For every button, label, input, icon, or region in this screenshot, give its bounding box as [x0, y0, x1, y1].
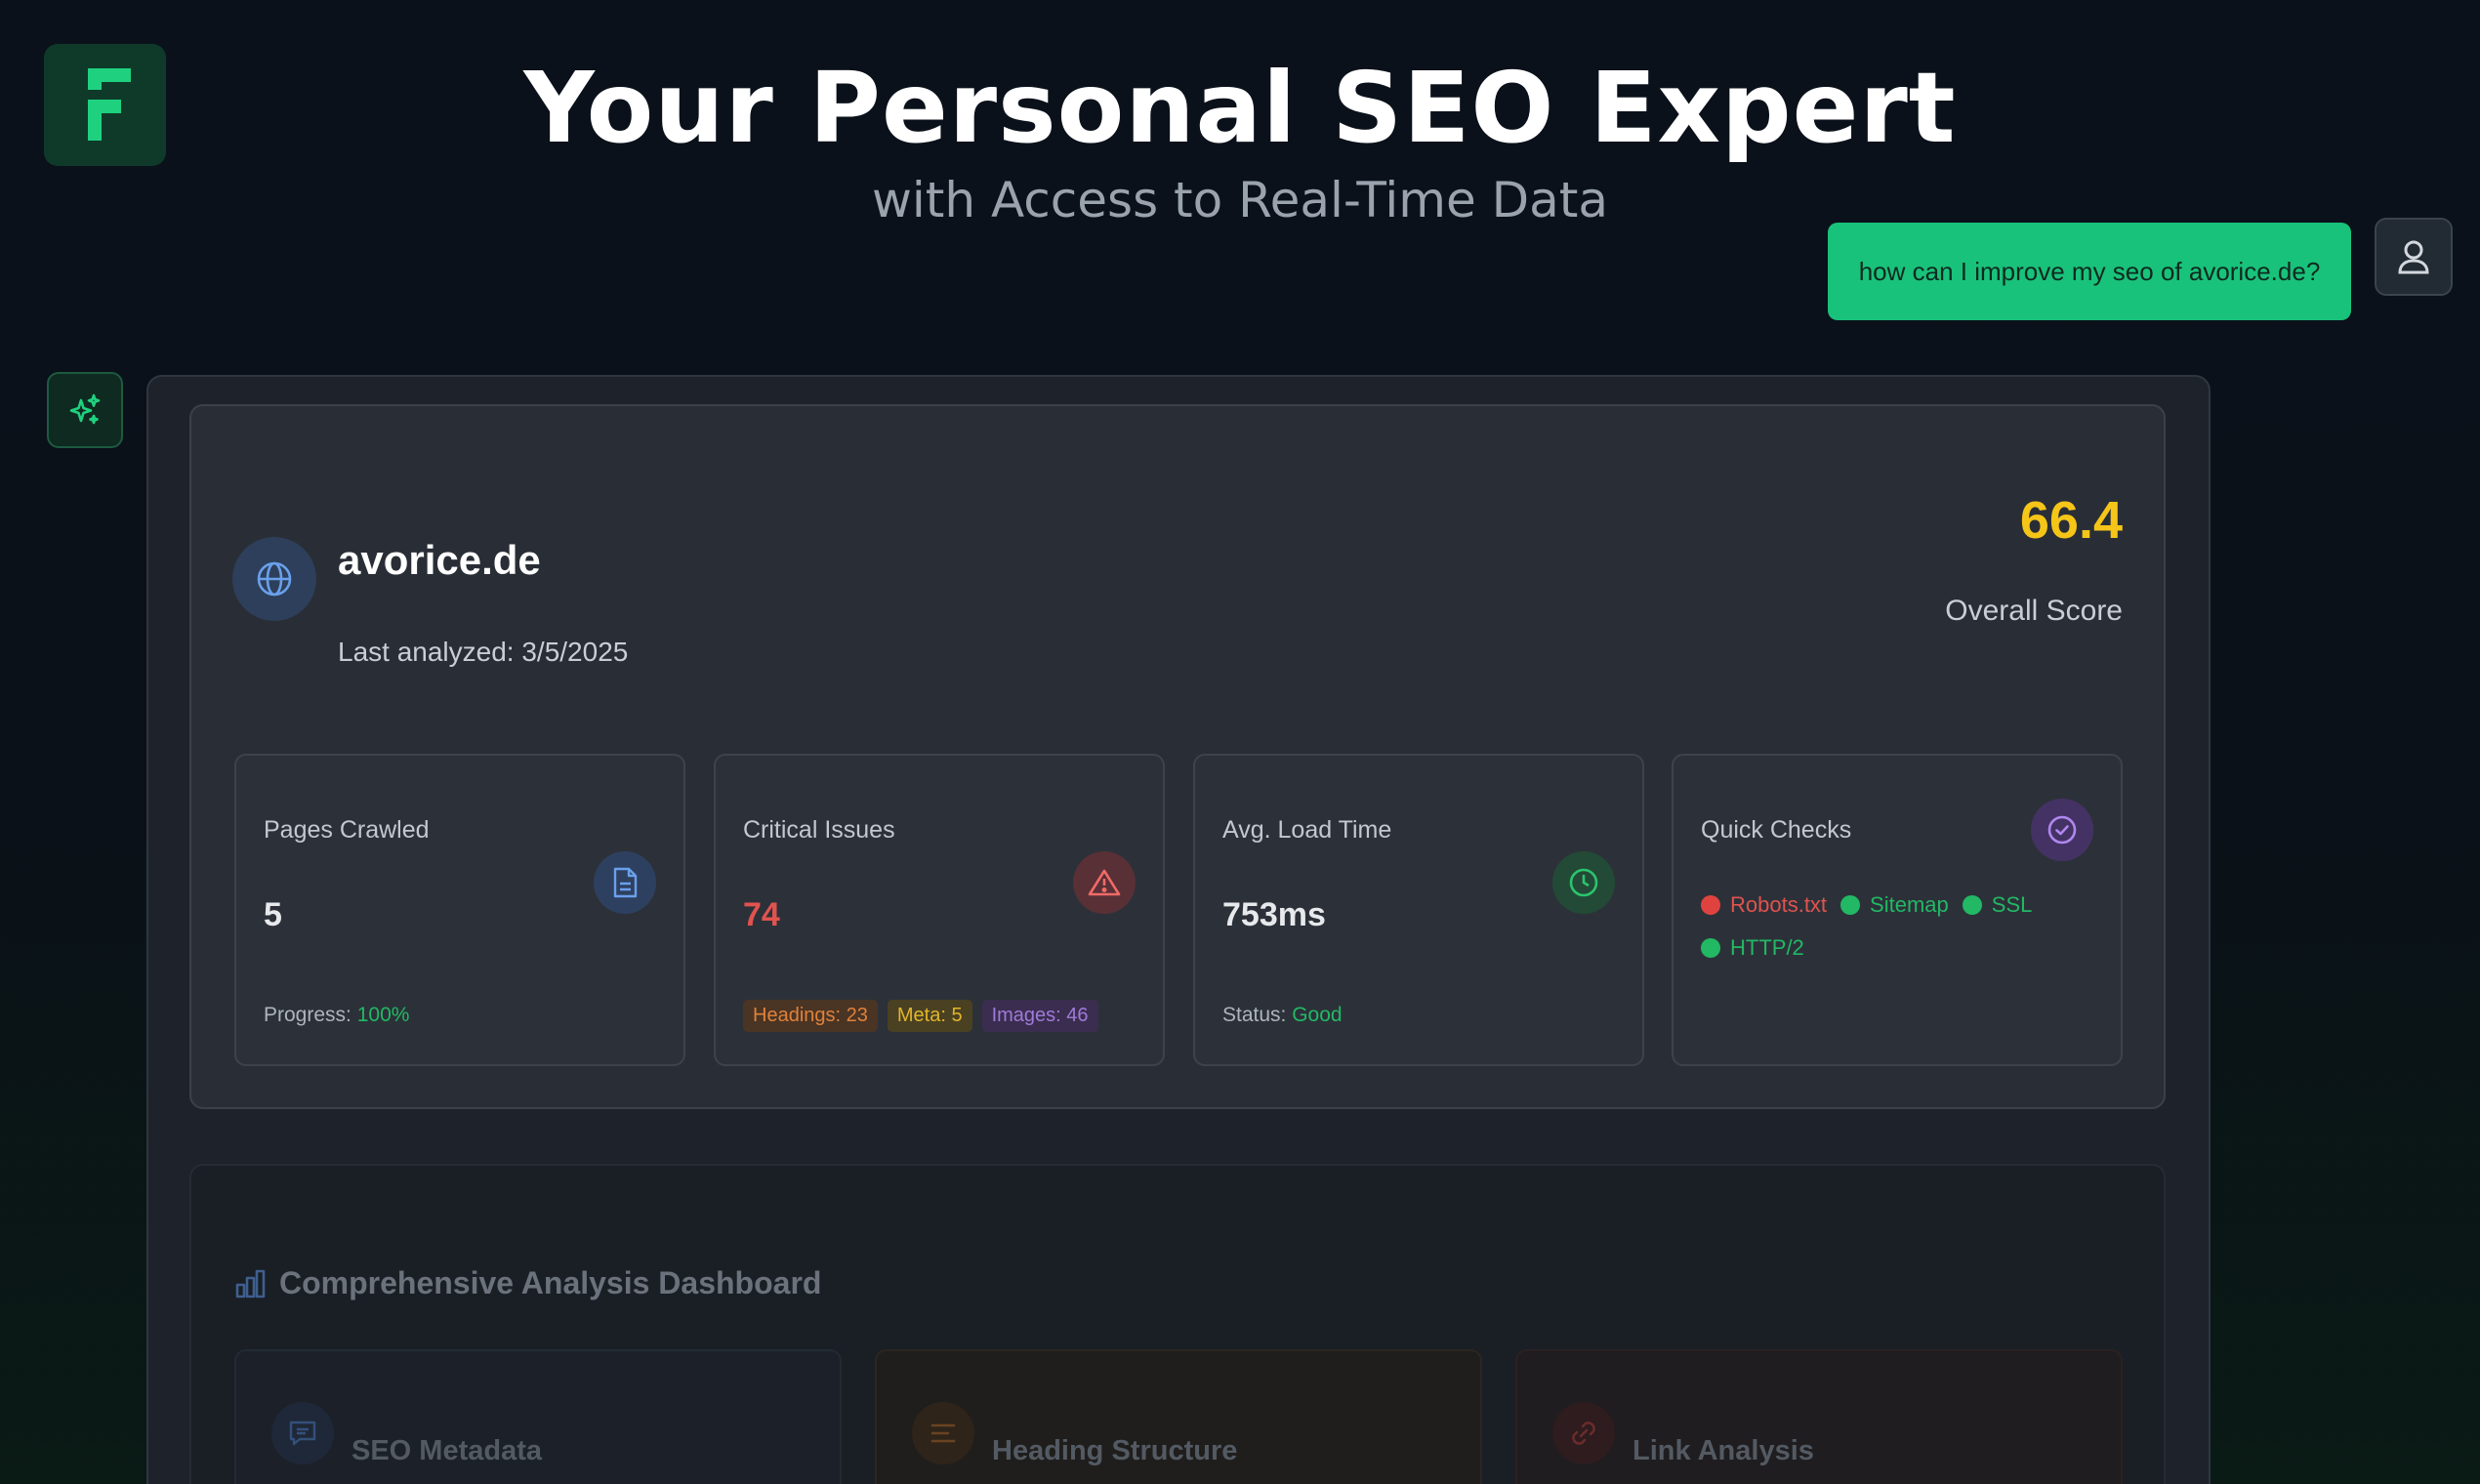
- stat-card-load-time: Avg. Load Time 753ms Status: Good: [1193, 754, 1644, 1066]
- assistant-avatar: [47, 372, 123, 448]
- stat-value: 74: [743, 896, 780, 933]
- stat-title: Avg. Load Time: [1222, 816, 1392, 844]
- card-seo-metadata[interactable]: SEO Metadata: [234, 1349, 842, 1484]
- card-heading-structure[interactable]: Heading Structure: [875, 1349, 1482, 1484]
- stat-title: Quick Checks: [1701, 816, 1852, 844]
- dashboard-header: Comprehensive Analysis Dashboard: [234, 1265, 821, 1301]
- progress-label: Progress:: [264, 1004, 351, 1026]
- stat-footer: Status: Good: [1222, 1004, 1343, 1027]
- site-domain: avorice.de: [338, 537, 541, 583]
- stat-title: Critical Issues: [743, 816, 895, 844]
- user-avatar[interactable]: [2375, 218, 2453, 296]
- stat-card-critical-issues: Critical Issues 74 Headings: 23 Meta: 5 …: [714, 754, 1165, 1066]
- bar-chart-icon: [235, 1269, 266, 1298]
- stat-value: 5: [264, 896, 282, 933]
- tag-images: Images: 46: [981, 1000, 1098, 1032]
- quick-checks-list: Robots.txt Sitemap SSL HTTP/2: [1701, 892, 2111, 961]
- user-icon: [2398, 240, 2429, 274]
- mini-icon-badge: [271, 1402, 334, 1464]
- stat-icon-badge: [594, 851, 656, 914]
- page-subtitle: with Access to Real-Time Data: [871, 172, 1608, 228]
- document-icon: [613, 867, 638, 898]
- sparkles-icon: [69, 393, 101, 425]
- check-robots-txt: Robots.txt: [1701, 892, 1827, 918]
- overall-score-value: 66.4: [2019, 491, 2123, 550]
- text-align-icon: [930, 1423, 956, 1443]
- stat-icon-badge: [1552, 851, 1615, 914]
- link-icon: [1572, 1422, 1595, 1445]
- dashboard-title: Comprehensive Analysis Dashboard: [279, 1265, 822, 1300]
- stat-icon-badge: [2031, 799, 2093, 861]
- globe-icon: [257, 561, 292, 597]
- card-title: Link Analysis: [1633, 1435, 1814, 1466]
- card-link-analysis[interactable]: Link Analysis: [1515, 1349, 2123, 1484]
- status-label: Status:: [1222, 1004, 1287, 1026]
- mini-icon-badge: [1552, 1402, 1615, 1464]
- stat-title: Pages Crawled: [264, 816, 430, 844]
- status-dot-pass: [1962, 895, 1982, 915]
- tag-headings: Headings: 23: [743, 1000, 878, 1032]
- check-circle-icon: [2047, 815, 2077, 845]
- status-dot-fail: [1701, 895, 1720, 915]
- issue-breakdown-tags: Headings: 23 Meta: 5 Images: 46: [743, 1000, 1098, 1032]
- last-analyzed-date: Last analyzed: 3/5/2025: [338, 637, 629, 667]
- user-message-text: how can I improve my seo of avorice.de?: [1858, 256, 2321, 286]
- status-dot-pass: [1701, 938, 1720, 958]
- user-message-bubble: how can I improve my seo of avorice.de?: [1828, 223, 2351, 320]
- check-ssl: SSL: [1962, 892, 2032, 918]
- page-title: Your Personal SEO Expert: [523, 51, 1957, 165]
- progress-value: 100%: [356, 1004, 410, 1026]
- message-square-icon: [289, 1421, 316, 1446]
- stat-footer: Progress: 100%: [264, 1004, 409, 1027]
- card-title: SEO Metadata: [351, 1435, 542, 1466]
- status-value: Good: [1292, 1004, 1343, 1026]
- stat-card-quick-checks: Quick Checks Robots.txt Sitemap SSL HTTP…: [1672, 754, 2123, 1066]
- clock-icon: [1569, 868, 1598, 897]
- mini-icon-badge: [912, 1402, 974, 1464]
- check-sitemap: Sitemap: [1840, 892, 1949, 918]
- site-icon-badge: [232, 537, 316, 621]
- warning-triangle-icon: [1088, 869, 1121, 896]
- stat-value: 753ms: [1222, 896, 1326, 933]
- status-dot-pass: [1840, 895, 1861, 915]
- check-http2: HTTP/2: [1701, 935, 1804, 961]
- overall-score-label: Overall Score: [1945, 595, 2123, 627]
- card-title: Heading Structure: [992, 1435, 1238, 1466]
- stat-card-pages-crawled: Pages Crawled 5 Progress: 100%: [234, 754, 685, 1066]
- tag-meta: Meta: 5: [887, 1000, 972, 1032]
- stat-icon-badge: [1073, 851, 1136, 914]
